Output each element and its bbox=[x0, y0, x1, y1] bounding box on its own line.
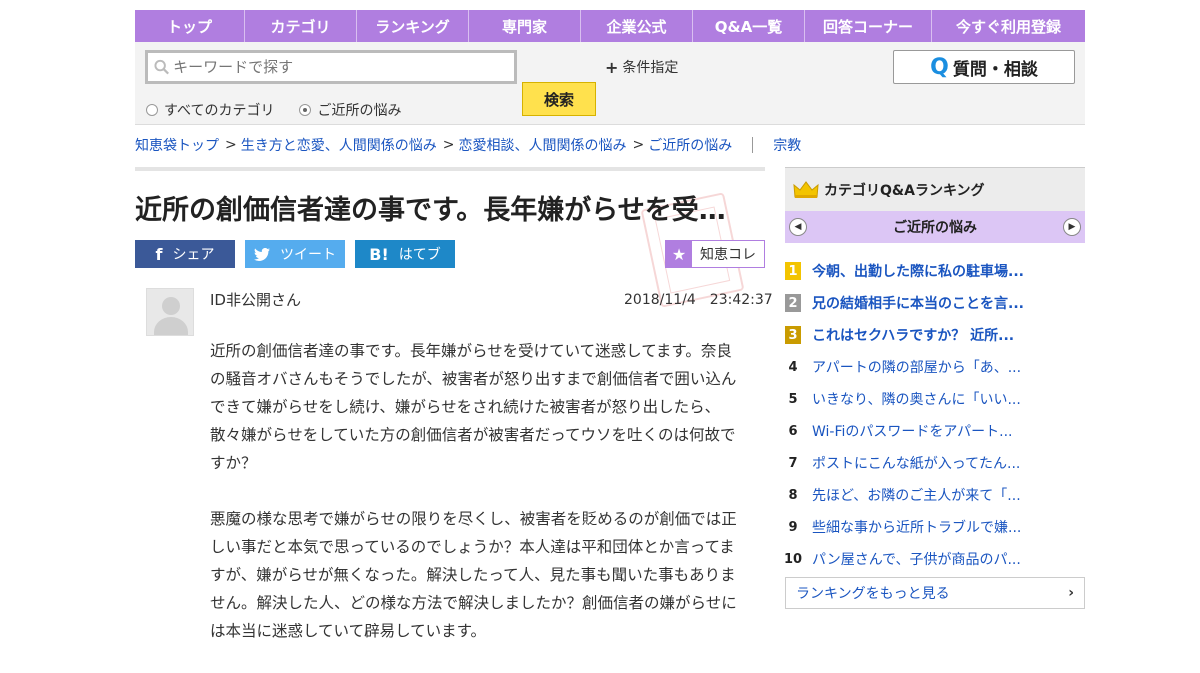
radio-on-icon bbox=[299, 104, 312, 116]
search-box[interactable] bbox=[145, 50, 517, 84]
nav-top[interactable]: トップ bbox=[135, 10, 245, 42]
ranking-item[interactable]: 6 Wi-Fiのパスワードをアパート... bbox=[785, 415, 1085, 447]
ranking-item[interactable]: 5 いきなり、隣の奥さんに「いい... bbox=[785, 383, 1085, 415]
question-paragraph: 近所の創価信者達の事です。長年嫌がらせを受けていて迷惑してます。奈良の騒音オバさ… bbox=[210, 342, 737, 472]
scope-all-radio[interactable]: すべてのカテゴリ bbox=[146, 100, 274, 120]
nav-category[interactable]: カテゴリ bbox=[245, 10, 357, 42]
rank-number: 10 bbox=[783, 551, 803, 567]
breadcrumb-separator: > bbox=[632, 137, 645, 153]
rank-number: 5 bbox=[788, 391, 798, 407]
question-title: 近所の創価信者達の事です。長年嫌がらせを受… bbox=[135, 195, 726, 226]
question-date: 2018/11/4 23:42:37 bbox=[624, 292, 773, 308]
ranking-link[interactable]: 先ほど、お隣のご主人が来て「... bbox=[812, 485, 1021, 505]
breadcrumb-separator: > bbox=[225, 137, 237, 153]
ranking-link[interactable]: Wi-Fiのパスワードをアパート... bbox=[812, 421, 1012, 441]
ranking-item[interactable]: 10 パン屋さんで、子供が商品のパ... bbox=[783, 543, 1085, 575]
chiekore-label: 知恵コレ bbox=[700, 247, 756, 263]
ranking-sidebar: カテゴリQ&Aランキング ◀ ご近所の悩み ▶ 1 今朝、出勤した際に私の駐車場.… bbox=[783, 167, 1085, 609]
rank-number: 2 bbox=[785, 294, 801, 312]
chiekore-button[interactable]: ★ 知恵コレ bbox=[665, 240, 765, 268]
nav-ranking[interactable]: ランキング bbox=[357, 10, 469, 42]
search-scope: すべてのカテゴリ ご近所の悩み bbox=[146, 100, 426, 120]
nav-qa-list[interactable]: Q&A一覧 bbox=[693, 10, 805, 42]
breadcrumb-item[interactable]: 恋愛相談、人間関係の悩み bbox=[458, 135, 626, 155]
ranking-link[interactable]: パン屋さんで、子供が商品のパ... bbox=[812, 549, 1021, 569]
global-nav: トップ カテゴリ ランキング 専門家 企業公式 Q&A一覧 回答コーナー 今すぐ… bbox=[135, 10, 1085, 42]
search-input[interactable] bbox=[173, 58, 514, 76]
nav-answer-corner[interactable]: 回答コーナー bbox=[805, 10, 932, 42]
facebook-icon: f bbox=[155, 244, 163, 264]
breadcrumb-item[interactable]: 生き方と恋愛、人間関係の悩み bbox=[241, 135, 437, 155]
scope-current-label: ご近所の悩み bbox=[317, 103, 402, 119]
rank-number: 8 bbox=[788, 487, 798, 503]
hatena-icon: B! bbox=[369, 244, 389, 264]
ranking-link[interactable]: 兄の結婚相手に本当のことを言... bbox=[812, 293, 1024, 313]
nav-register[interactable]: 今すぐ利用登録 bbox=[932, 10, 1085, 42]
facebook-share-button[interactable]: f シェア bbox=[135, 240, 235, 268]
breadcrumb: 知恵袋トップ > 生き方と恋愛、人間関係の悩み > 恋愛相談、人間関係の悩み >… bbox=[135, 135, 801, 155]
ranking-item[interactable]: 7 ポストにこんな紙が入ってたん... bbox=[785, 447, 1085, 479]
scope-current-radio[interactable]: ご近所の悩み bbox=[299, 100, 401, 120]
ranking-category: ご近所の悩み bbox=[893, 220, 977, 236]
ranking-link[interactable]: アパートの隣の部屋から「あ、... bbox=[812, 357, 1021, 377]
more-ranking-label: ランキングをもっと見る bbox=[796, 586, 950, 602]
ranking-item[interactable]: 1 今朝、出勤した際に私の駐車場... bbox=[785, 255, 1085, 287]
avatar bbox=[146, 288, 194, 336]
more-ranking-link[interactable]: ランキングをもっと見る › bbox=[785, 577, 1085, 609]
search-icon bbox=[154, 59, 170, 75]
ranking-link[interactable]: いきなり、隣の奥さんに「いい... bbox=[812, 389, 1021, 409]
tag-link[interactable]: 宗教 bbox=[773, 135, 801, 155]
ranking-header: カテゴリQ&Aランキング bbox=[785, 167, 1085, 211]
ranking-link[interactable]: 今朝、出勤した際に私の駐車場... bbox=[812, 261, 1024, 281]
hatena-share-button[interactable]: B! はてブ bbox=[355, 240, 455, 268]
star-icon: ★ bbox=[666, 241, 692, 267]
search-button[interactable]: 検索 bbox=[522, 82, 596, 116]
ranking-item[interactable]: 8 先ほど、お隣のご主人が来て「... bbox=[785, 479, 1085, 511]
ranking-item[interactable]: 4 アパートの隣の部屋から「あ、... bbox=[785, 351, 1085, 383]
twitter-share-button[interactable]: ツイート bbox=[245, 240, 345, 268]
twitter-icon bbox=[254, 247, 270, 261]
ranking-link[interactable]: 些細な事から近所トラブルで嫌... bbox=[812, 517, 1021, 537]
breadcrumb-divider bbox=[752, 137, 754, 153]
main-divider bbox=[135, 167, 765, 171]
hatena-share-label: はてブ bbox=[398, 247, 441, 263]
ranking-item[interactable]: 2 兄の結婚相手に本当のことを言... bbox=[785, 287, 1085, 319]
rank-number: 4 bbox=[788, 359, 798, 375]
ranking-list: 1 今朝、出勤した際に私の駐車場... 2 兄の結婚相手に本当のことを言... 3こ… bbox=[783, 255, 1085, 575]
rank-number: 3 bbox=[785, 326, 801, 344]
ask-question-button[interactable]: Q 質問・相談 bbox=[893, 50, 1075, 84]
plus-icon: + bbox=[605, 57, 619, 77]
question-paragraph: 悪魔の様な思考で嫌がらせの限りを尽くし、被害者を貶めるのが創価では正しい事だと本… bbox=[210, 510, 737, 640]
facebook-share-label: シェア bbox=[172, 247, 215, 263]
nav-expert[interactable]: 専門家 bbox=[469, 10, 581, 42]
prev-arrow-icon[interactable]: ◀ bbox=[789, 218, 807, 236]
ask-question-label: 質問・相談 bbox=[952, 59, 1038, 80]
breadcrumb-item[interactable]: 知恵袋トップ bbox=[135, 135, 219, 155]
rank-number: 1 bbox=[785, 262, 801, 280]
ranking-link[interactable]: ポストにこんな紙が入ってたん... bbox=[812, 453, 1020, 473]
q-icon: Q bbox=[930, 54, 949, 80]
next-arrow-icon[interactable]: ▶ bbox=[1063, 218, 1081, 236]
question-user: ID非公開さん bbox=[210, 291, 301, 309]
twitter-share-label: ツイート bbox=[280, 247, 336, 263]
nav-official[interactable]: 企業公式 bbox=[581, 10, 693, 42]
radio-off-icon bbox=[146, 104, 158, 116]
scope-all-label: すべてのカテゴリ bbox=[164, 103, 275, 119]
ranking-category-switcher: ◀ ご近所の悩み ▶ bbox=[785, 211, 1085, 243]
ranking-link[interactable]: これはセクハラですか？ 近所... bbox=[812, 325, 1014, 345]
ranking-item[interactable]: 9 些細な事から近所トラブルで嫌... bbox=[785, 511, 1085, 543]
conditions-toggle[interactable]: + 条件指定 bbox=[605, 57, 678, 77]
breadcrumb-separator: > bbox=[442, 137, 455, 153]
search-band: 検索 + 条件指定 Q 質問・相談 すべてのカテゴリ ご近所の悩み bbox=[135, 42, 1085, 125]
conditions-label: 条件指定 bbox=[622, 60, 679, 76]
rank-number: 9 bbox=[788, 519, 798, 535]
question-body: 近所の創価信者達の事です。長年嫌がらせを受けていて迷惑してます。奈良の騒音オバさ… bbox=[210, 337, 740, 673]
rank-number: 6 bbox=[788, 423, 798, 439]
ranking-title: カテゴリQ&Aランキング bbox=[824, 182, 985, 199]
crown-icon bbox=[793, 180, 819, 198]
breadcrumb-item[interactable]: ご近所の悩み bbox=[648, 135, 732, 155]
chevron-right-icon: › bbox=[1068, 585, 1074, 601]
rank-number: 7 bbox=[788, 455, 798, 471]
ranking-item[interactable]: 3 これはセクハラですか？ 近所... bbox=[785, 319, 1085, 351]
